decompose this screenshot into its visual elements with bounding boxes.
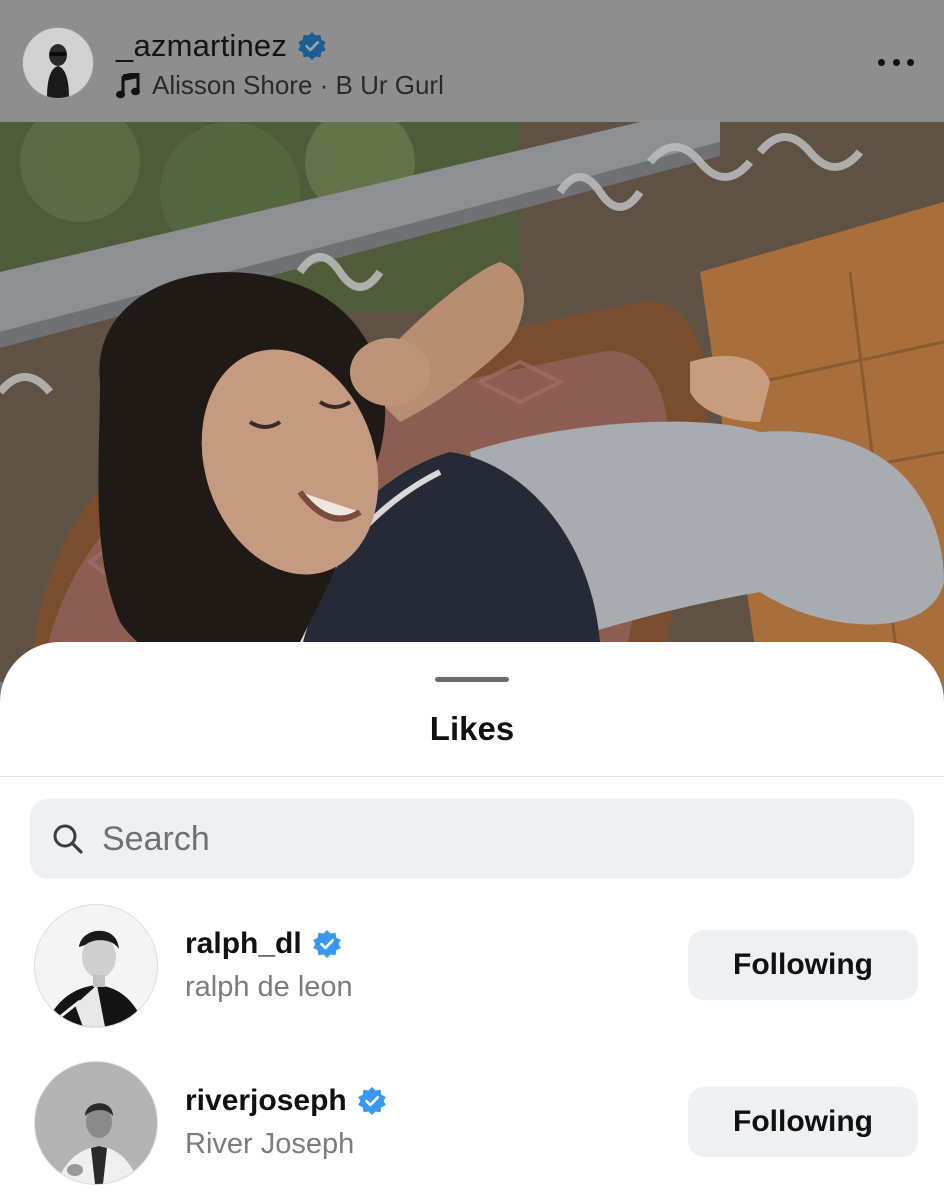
like-list-item[interactable]: riverjoseph River Joseph Following bbox=[0, 1062, 944, 1186]
like-full-name: River Joseph bbox=[185, 1128, 355, 1160]
sheet-title: Likes bbox=[429, 710, 515, 747]
sheet-divider bbox=[0, 776, 944, 777]
following-button[interactable]: Following bbox=[688, 1087, 918, 1157]
search-bar[interactable] bbox=[30, 799, 914, 879]
post-username[interactable]: _azmartinez bbox=[116, 28, 287, 64]
like-full-name: ralph de leon bbox=[185, 971, 353, 1003]
verified-badge-icon bbox=[312, 930, 341, 958]
like-username-row[interactable]: riverjoseph bbox=[185, 1084, 387, 1118]
like-username[interactable]: riverjoseph bbox=[185, 1084, 347, 1118]
post-author-avatar[interactable] bbox=[23, 28, 93, 98]
post-music-label: Alisson Shore · B Ur Gurl bbox=[152, 70, 444, 100]
likes-sheet: Likes ralph_dl bbox=[0, 642, 944, 1200]
post-header: _azmartinez Alisson Shore · B Ur Gurl bbox=[0, 0, 944, 122]
more-options-icon[interactable] bbox=[878, 50, 914, 74]
post-music-row[interactable]: Alisson Shore · B Ur Gurl bbox=[116, 70, 444, 101]
music-note-icon bbox=[116, 72, 140, 98]
like-list-item[interactable]: ralph_dl ralph de leon Following bbox=[0, 905, 944, 1029]
following-button[interactable]: Following bbox=[688, 930, 918, 1000]
search-input[interactable] bbox=[100, 818, 864, 860]
verified-badge-icon bbox=[357, 1087, 386, 1115]
sheet-grabber-handle[interactable] bbox=[435, 677, 509, 682]
avatar[interactable] bbox=[35, 1062, 157, 1184]
like-username-row[interactable]: ralph_dl bbox=[185, 927, 342, 961]
verified-badge-icon bbox=[298, 32, 326, 60]
avatar[interactable] bbox=[35, 905, 157, 1027]
search-icon bbox=[53, 824, 83, 854]
post-username-row[interactable]: _azmartinez bbox=[116, 28, 327, 64]
post-photo[interactable] bbox=[0, 122, 944, 682]
like-username[interactable]: ralph_dl bbox=[185, 927, 302, 961]
